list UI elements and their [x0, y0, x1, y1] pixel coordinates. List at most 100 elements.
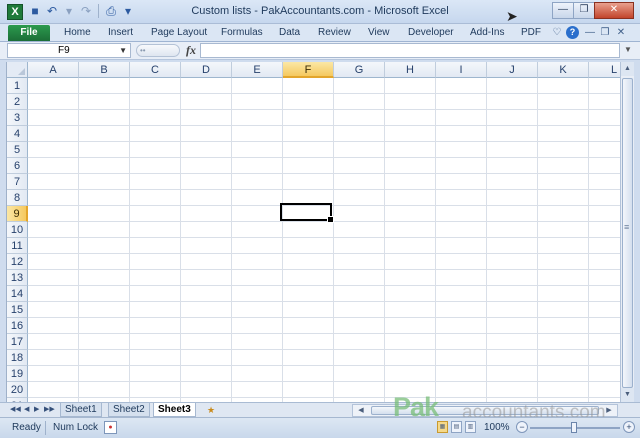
column-header-h[interactable]: H: [385, 62, 436, 78]
page-break-view-icon[interactable]: ▥: [465, 421, 476, 433]
name-box-value: F9: [58, 45, 70, 56]
mouse-cursor-icon: ➤: [506, 8, 518, 24]
doc-minimize-icon[interactable]: —: [585, 25, 595, 41]
tab-pdf[interactable]: PDF: [521, 25, 541, 41]
row-header-14[interactable]: 14: [7, 286, 28, 302]
tab-file[interactable]: File: [8, 25, 50, 41]
row-header-1[interactable]: 1: [7, 78, 28, 94]
scroll-grip-icon: ≡: [624, 222, 630, 232]
redo-icon[interactable]: ↷: [79, 4, 93, 19]
tab-insert[interactable]: Insert: [108, 25, 133, 41]
tab-data[interactable]: Data: [279, 25, 300, 41]
column-header-a[interactable]: A: [28, 62, 79, 78]
row-header-13[interactable]: 13: [7, 270, 28, 286]
row-header-7[interactable]: 7: [7, 174, 28, 190]
column-header-f[interactable]: F: [283, 62, 334, 78]
excel-app-icon[interactable]: X: [7, 4, 23, 20]
name-box[interactable]: F9 ▼: [7, 43, 131, 58]
prev-sheet-icon[interactable]: ◀: [24, 403, 29, 417]
status-mode: Ready: [12, 422, 41, 433]
undo-dropdown-icon[interactable]: ▾: [62, 4, 76, 19]
row-header-8[interactable]: 8: [7, 190, 28, 206]
cell-area[interactable]: [28, 78, 620, 402]
zoom-slider-knob[interactable]: [571, 422, 577, 433]
row-header-5[interactable]: 5: [7, 142, 28, 158]
doc-restore-icon[interactable]: ❐: [600, 25, 610, 41]
tab-developer[interactable]: Developer: [408, 25, 454, 41]
column-header-e[interactable]: E: [232, 62, 283, 78]
doc-close-icon[interactable]: ✕: [615, 25, 627, 41]
row-header-12[interactable]: 12: [7, 254, 28, 270]
formula-bar-resize-handle[interactable]: ••: [136, 44, 180, 57]
tab-view[interactable]: View: [368, 25, 390, 41]
window-controls: — ❐ ✕: [552, 2, 634, 19]
zoom-in-icon[interactable]: +: [623, 421, 635, 433]
formula-input[interactable]: [200, 43, 620, 58]
help-icon[interactable]: ?: [566, 26, 579, 39]
row-header-19[interactable]: 19: [7, 366, 28, 382]
row-header-20[interactable]: 20: [7, 382, 28, 398]
column-header-j[interactable]: J: [487, 62, 538, 78]
vertical-scroll-thumb[interactable]: [622, 78, 633, 388]
quick-access-toolbar: ■ ↶ ▾ ↷ ⎙ ▾: [28, 4, 135, 19]
column-header-g[interactable]: G: [334, 62, 385, 78]
window-title: Custom lists - PakAccountants.com - Micr…: [191, 5, 449, 17]
row-header-4[interactable]: 4: [7, 126, 28, 142]
column-header-b[interactable]: B: [79, 62, 130, 78]
column-header-i[interactable]: I: [436, 62, 487, 78]
column-header-k[interactable]: K: [538, 62, 589, 78]
active-cell[interactable]: [280, 203, 334, 223]
row-header-17[interactable]: 17: [7, 334, 28, 350]
row-header-9[interactable]: 9: [7, 206, 28, 222]
tab-review[interactable]: Review: [318, 25, 351, 41]
restore-button[interactable]: ❐: [573, 2, 595, 19]
row-header-18[interactable]: 18: [7, 350, 28, 366]
scroll-down-icon[interactable]: ▼: [621, 388, 634, 402]
save-icon[interactable]: ■: [28, 4, 42, 19]
tab-formulas[interactable]: Formulas: [221, 25, 263, 41]
tab-home[interactable]: Home: [64, 25, 91, 41]
normal-view-icon[interactable]: ▦: [437, 421, 448, 433]
worksheet-grid: ABCDEFGHIJKL 1 2 3 4 5 6 7 8 9 10 11 12 13 14 15 16 17 18…: [6, 62, 620, 402]
scroll-up-icon[interactable]: ▲: [621, 62, 634, 76]
undo-icon[interactable]: ↶: [45, 4, 59, 19]
zoom-out-icon[interactable]: −: [516, 421, 528, 433]
print-icon[interactable]: ⎙: [104, 4, 118, 19]
column-header-d[interactable]: D: [181, 62, 232, 78]
row-header-6[interactable]: 6: [7, 158, 28, 174]
row-header-16[interactable]: 16: [7, 318, 28, 334]
tab-add-ins[interactable]: Add-Ins: [470, 25, 504, 41]
sheet-tab-sheet3[interactable]: Sheet3: [153, 403, 196, 417]
select-all-button[interactable]: [7, 62, 28, 78]
next-sheet-icon[interactable]: ▶: [34, 403, 39, 417]
insert-function-icon[interactable]: fx: [186, 43, 196, 58]
tab-page-layout[interactable]: Page Layout: [151, 25, 207, 41]
row-header-2[interactable]: 2: [7, 94, 28, 110]
close-button[interactable]: ✕: [594, 2, 634, 19]
insert-sheet-icon[interactable]: ★: [204, 404, 218, 416]
row-header-15[interactable]: 15: [7, 302, 28, 318]
macro-record-icon[interactable]: ●: [104, 421, 117, 434]
sheet-tab-sheet1[interactable]: Sheet1: [60, 403, 102, 417]
zoom-level[interactable]: 100%: [484, 422, 510, 433]
sheet-tab-sheet2[interactable]: Sheet2: [108, 403, 150, 417]
formula-bar: F9 ▼ •• fx ▼: [0, 42, 640, 60]
first-sheet-icon[interactable]: ◀◀: [10, 403, 21, 417]
row-header-3[interactable]: 3: [7, 110, 28, 126]
column-header-c[interactable]: C: [130, 62, 181, 78]
row-header-11[interactable]: 11: [7, 238, 28, 254]
minimize-button[interactable]: —: [552, 2, 574, 19]
scroll-left-icon[interactable]: ◀: [355, 405, 367, 416]
row-header-10[interactable]: 10: [7, 222, 28, 238]
last-sheet-icon[interactable]: ▶▶: [44, 403, 55, 417]
page-layout-view-icon[interactable]: ▤: [451, 421, 462, 433]
customize-dropdown-icon[interactable]: ▾: [121, 4, 135, 19]
title-bar: X ■ ↶ ▾ ↷ ⎙ ▾ Custom lists - PakAccounta…: [0, 0, 640, 24]
split-handle-icon[interactable]: [622, 44, 632, 58]
ribbon-tabs: File Home Insert Page Layout Formulas Da…: [0, 24, 640, 42]
status-bar: Ready Num Lock ● ▦ ▤ ▥ 100% − +: [0, 417, 640, 438]
column-header-l[interactable]: L: [589, 62, 620, 78]
minimize-ribbon-icon[interactable]: ♡: [551, 25, 563, 41]
name-box-dropdown-icon[interactable]: ▼: [119, 44, 127, 57]
vertical-scrollbar[interactable]: ▲ ≡ ▼: [620, 62, 634, 402]
